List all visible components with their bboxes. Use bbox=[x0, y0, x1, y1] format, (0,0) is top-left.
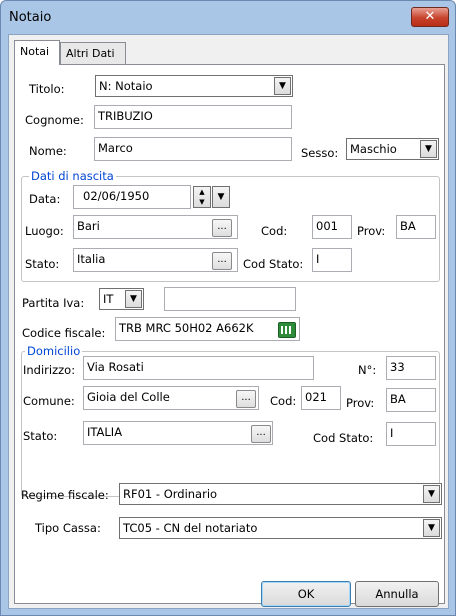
nome-field[interactable]: Marco bbox=[94, 137, 292, 161]
partita-iva-country-value: IT bbox=[103, 292, 114, 306]
prov-domicilio-field[interactable]: BA bbox=[386, 388, 436, 412]
indirizzo-field[interactable]: Via Rosati bbox=[83, 356, 314, 380]
ok-button[interactable]: OK bbox=[261, 581, 351, 607]
cod-nascita-label: Cod: bbox=[261, 224, 288, 238]
chevron-down-icon[interactable]: ▼ bbox=[423, 485, 440, 503]
numero-label: N°: bbox=[358, 363, 377, 377]
titolo-select[interactable]: N: Notaio ▼ bbox=[95, 75, 293, 97]
cod-stato-nascita-label: Cod Stato: bbox=[243, 257, 304, 271]
chevron-down-icon[interactable]: ▼ bbox=[274, 77, 291, 95]
stato-domicilio-value: ITALIA bbox=[87, 425, 123, 439]
partita-iva-field[interactable] bbox=[164, 287, 296, 311]
stato-nascita-value: Italia bbox=[77, 252, 106, 266]
comune-label: Comune: bbox=[23, 394, 75, 408]
prov-nascita-field[interactable]: BA bbox=[396, 215, 436, 239]
comune-field[interactable]: Gioia del Colle bbox=[83, 386, 259, 410]
regime-fiscale-label: Regime fiscale: bbox=[21, 488, 109, 502]
stato-domicilio-label: Stato: bbox=[23, 429, 58, 443]
codice-fiscale-label: Codice fiscale: bbox=[22, 326, 106, 340]
regime-fiscale-value: RF01 - Ordinario bbox=[123, 487, 218, 501]
titolo-value: N: Notaio bbox=[99, 79, 153, 93]
cod-stato-nascita-field[interactable]: I bbox=[312, 248, 352, 272]
tab-notai[interactable]: Notai bbox=[14, 40, 60, 65]
dialog-client: Notai Altri Dati Titolo: N: Notaio ▼ Cog… bbox=[8, 34, 449, 609]
chevron-down-icon[interactable]: ▼ bbox=[420, 140, 437, 158]
title-bar[interactable]: Notaio ✕ bbox=[1, 1, 455, 35]
indirizzo-label: Indirizzo: bbox=[23, 363, 76, 377]
comune-value: Gioia del Colle bbox=[87, 390, 170, 404]
luogo-label: Luogo: bbox=[25, 224, 64, 238]
cod-stato-domicilio-label: Cod Stato: bbox=[313, 431, 374, 445]
nascita-group-title: Dati di nascita bbox=[29, 169, 116, 183]
chevron-down-icon[interactable]: ▼ bbox=[423, 519, 440, 537]
data-nascita-value: 02/06/1950 bbox=[83, 189, 150, 203]
tab-panel-notai: Titolo: N: Notaio ▼ Cognome: TRIBUZIO No… bbox=[14, 64, 445, 604]
calculator-icon[interactable] bbox=[278, 322, 296, 338]
date-spinner[interactable]: ▲ ▼ bbox=[193, 186, 211, 208]
prov-nascita-label: Prov: bbox=[357, 224, 386, 238]
luogo-browse-button[interactable]: ... bbox=[212, 219, 232, 237]
regime-fiscale-select[interactable]: RF01 - Ordinario ▼ bbox=[119, 483, 442, 505]
annulla-button[interactable]: Annulla bbox=[355, 581, 439, 607]
window-title: Notaio bbox=[9, 10, 52, 25]
sesso-value: Maschio bbox=[350, 142, 397, 156]
cod-stato-domicilio-field[interactable]: I bbox=[386, 422, 436, 446]
nome-label: Nome: bbox=[29, 144, 67, 158]
tipo-cassa-select[interactable]: TC05 - CN del notariato ▼ bbox=[119, 517, 442, 539]
tab-altri-dati[interactable]: Altri Dati bbox=[60, 42, 126, 65]
titolo-label: Titolo: bbox=[29, 82, 65, 96]
luogo-value: Bari bbox=[77, 219, 100, 233]
partita-iva-label: Partita Iva: bbox=[22, 296, 85, 310]
stato-domicilio-browse-button[interactable]: ... bbox=[251, 425, 271, 443]
sesso-select[interactable]: Maschio ▼ bbox=[346, 138, 439, 160]
notaio-dialog: Notaio ✕ Notai Altri Dati Titolo: N: Not… bbox=[0, 0, 456, 616]
tipo-cassa-label: Tipo Cassa: bbox=[35, 521, 101, 535]
prov-domicilio-label: Prov: bbox=[346, 396, 375, 410]
data-nascita-field[interactable]: 02/06/1950 bbox=[73, 185, 191, 209]
cod-nascita-field[interactable]: 001 bbox=[312, 215, 352, 239]
stato-nascita-browse-button[interactable]: ... bbox=[212, 252, 232, 270]
chevron-down-icon[interactable]: ▼ bbox=[125, 290, 142, 308]
cod-domicilio-label: Cod: bbox=[270, 394, 297, 408]
spin-up-icon[interactable]: ▲ bbox=[194, 187, 210, 197]
comune-browse-button[interactable]: ... bbox=[236, 390, 256, 408]
cod-domicilio-field[interactable]: 021 bbox=[301, 386, 341, 410]
data-nascita-label: Data: bbox=[29, 192, 61, 206]
stato-nascita-label: Stato: bbox=[25, 257, 60, 271]
sesso-label: Sesso: bbox=[301, 146, 339, 160]
stato-domicilio-field[interactable]: ITALIA bbox=[83, 421, 273, 445]
codice-fiscale-field[interactable]: TRB MRC 50H02 A662K bbox=[115, 317, 300, 341]
cognome-label: Cognome: bbox=[25, 113, 84, 127]
calendar-dropdown-button[interactable]: ▼ bbox=[212, 186, 230, 208]
close-button[interactable]: ✕ bbox=[411, 7, 449, 27]
partita-iva-country-select[interactable]: IT ▼ bbox=[99, 288, 144, 310]
numero-field[interactable]: 33 bbox=[386, 356, 436, 380]
cognome-field[interactable]: TRIBUZIO bbox=[94, 105, 292, 129]
spin-down-icon[interactable]: ▼ bbox=[194, 197, 210, 207]
tipo-cassa-value: TC05 - CN del notariato bbox=[123, 521, 258, 535]
domicilio-group-title: Domicilio bbox=[25, 344, 83, 358]
